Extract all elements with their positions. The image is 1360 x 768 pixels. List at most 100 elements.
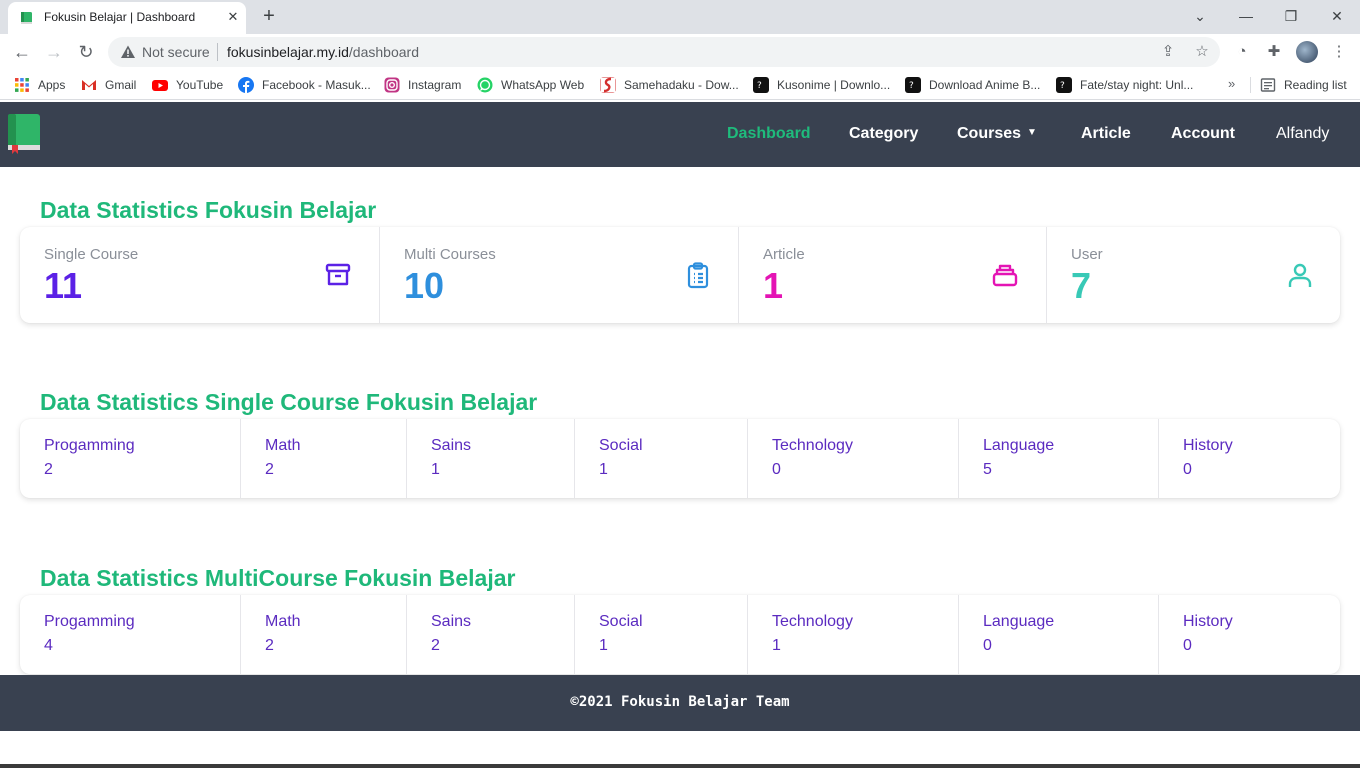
category-value: 5 bbox=[983, 461, 992, 478]
category-label: Social bbox=[599, 437, 643, 454]
category-label: Language bbox=[983, 613, 1055, 630]
reading-list-button[interactable]: Reading list bbox=[1260, 76, 1347, 94]
extensions-puzzle-icon[interactable]: ✚ bbox=[1263, 41, 1285, 63]
category-value: 4 bbox=[44, 637, 53, 654]
back-arrow-icon[interactable]: ← bbox=[10, 40, 34, 64]
stat-label: Single Course bbox=[44, 246, 139, 263]
bookmark-whatsapp[interactable]: WhatsApp Web bbox=[477, 76, 584, 94]
single-cat-language: Language 5 bbox=[959, 419, 1159, 498]
new-tab-icon[interactable]: + bbox=[258, 5, 280, 27]
url-host: fokusinbelajar.my.id bbox=[227, 44, 349, 60]
single-cat-technology: Technology 0 bbox=[748, 419, 959, 498]
category-value: 2 bbox=[265, 461, 274, 478]
overview-title: Data Statistics Fokusin Belajar bbox=[40, 197, 377, 223]
window-bottom-edge bbox=[0, 764, 1360, 768]
nav-category[interactable]: Category bbox=[849, 125, 918, 143]
stat-user: User 7 bbox=[1047, 227, 1340, 323]
clipboard-list-icon bbox=[687, 262, 709, 289]
category-label: Sains bbox=[431, 613, 472, 630]
bookmark-star-icon[interactable]: ☆ bbox=[1192, 42, 1212, 62]
bookmark-label: Gmail bbox=[105, 78, 137, 92]
bookmark-fate[interactable]: ? Fate/stay night: Unl... bbox=[1056, 76, 1193, 94]
bookmark-gmail[interactable]: Gmail bbox=[81, 76, 136, 94]
nav-user-name[interactable]: Alfandy bbox=[1276, 125, 1329, 143]
browser-toolbar: ← → ↻ Not secure fokusinbelajar.my.id/da… bbox=[0, 34, 1360, 70]
tab-search-chevron-icon[interactable]: ⌄ bbox=[1188, 4, 1212, 28]
bookmark-kusonime[interactable]: ? Kusonime | Downlo... bbox=[753, 76, 890, 94]
bookmark-youtube[interactable]: YouTube bbox=[152, 76, 223, 94]
close-window-icon[interactable]: ✕ bbox=[1325, 4, 1349, 28]
multi-cat-history: History 0 bbox=[1159, 595, 1340, 674]
book-favicon-icon bbox=[21, 12, 32, 24]
category-label: Sains bbox=[431, 437, 472, 454]
more-bookmarks-icon[interactable]: » bbox=[1228, 76, 1235, 91]
multi-cat-technology: Technology 1 bbox=[748, 595, 959, 674]
svg-text:?: ? bbox=[909, 81, 914, 91]
nav-dashboard[interactable]: Dashboard bbox=[727, 125, 811, 143]
category-value: 0 bbox=[1183, 637, 1192, 654]
nav-article[interactable]: Article bbox=[1081, 125, 1131, 143]
bookmark-apps[interactable]: Apps bbox=[14, 76, 65, 94]
whatsapp-icon bbox=[477, 77, 493, 93]
category-value: 1 bbox=[431, 461, 440, 478]
bookmark-facebook[interactable]: Facebook - Masuk... bbox=[238, 76, 371, 94]
bookmark-samehadaku[interactable]: Samehadaku - Dow... bbox=[600, 76, 739, 94]
bookmark-label: Download Anime B... bbox=[929, 78, 1041, 92]
omnibox-divider bbox=[217, 43, 218, 61]
profile-avatar[interactable] bbox=[1296, 41, 1318, 63]
user-icon bbox=[1288, 263, 1312, 287]
chevron-down-icon[interactable]: ▼ bbox=[1027, 127, 1037, 138]
category-value: 0 bbox=[772, 461, 781, 478]
share-icon[interactable]: ⇪ bbox=[1158, 42, 1178, 62]
browser-menu-icon[interactable]: ⋮ bbox=[1328, 41, 1350, 63]
category-label: Progamming bbox=[44, 613, 135, 630]
svg-text:?: ? bbox=[757, 81, 762, 91]
tab-close-icon[interactable]: ✕ bbox=[225, 9, 241, 25]
single-cat-math: Math 2 bbox=[241, 419, 407, 498]
fate-icon: ? bbox=[1056, 77, 1072, 93]
category-value: 2 bbox=[44, 461, 53, 478]
kusonime-icon: ? bbox=[753, 77, 769, 93]
restore-icon[interactable]: ❐ bbox=[1279, 4, 1303, 28]
multi-course-title: Data Statistics MultiCourse Fokusin Bela… bbox=[40, 565, 516, 591]
single-cat-history: History 0 bbox=[1159, 419, 1340, 498]
stat-label: Article bbox=[763, 246, 805, 263]
tab-title: Fokusin Belajar | Dashboard bbox=[44, 10, 196, 24]
stat-value: 1 bbox=[763, 265, 784, 306]
bookmark-divider bbox=[1250, 77, 1251, 93]
warning-triangle-icon bbox=[121, 45, 135, 58]
app-navbar: Dashboard Category Courses ▼ Article Acc… bbox=[0, 102, 1360, 167]
bookmark-label: YouTube bbox=[176, 78, 224, 92]
category-value: 1 bbox=[599, 461, 608, 478]
bookmark-label: Instagram bbox=[408, 78, 462, 92]
category-label: History bbox=[1183, 437, 1233, 454]
performance-icon[interactable]: ◔ bbox=[1231, 41, 1253, 63]
nav-courses[interactable]: Courses bbox=[957, 125, 1021, 143]
overview-stats-card: Single Course 11 Multi Courses 10 Articl… bbox=[20, 227, 1340, 323]
bookmark-label: WhatsApp Web bbox=[501, 78, 585, 92]
url-text[interactable]: fokusinbelajar.my.id/dashboard bbox=[227, 44, 419, 60]
bookmark-instagram[interactable]: Instagram bbox=[384, 76, 461, 94]
address-bar[interactable]: Not secure fokusinbelajar.my.id/dashboar… bbox=[108, 37, 1220, 67]
minimize-icon[interactable]: — bbox=[1234, 4, 1258, 28]
anime-icon: ? bbox=[905, 77, 921, 93]
samehadaku-icon bbox=[600, 77, 616, 93]
forward-arrow-icon[interactable]: → bbox=[42, 40, 66, 64]
archive-box-icon bbox=[325, 263, 351, 286]
stat-article: Article 1 bbox=[739, 227, 1047, 323]
browser-tab[interactable]: Fokusin Belajar | Dashboard ✕ bbox=[8, 2, 246, 34]
reading-list-icon bbox=[1260, 78, 1276, 92]
reload-icon[interactable]: ↻ bbox=[74, 40, 98, 64]
multi-cat-progamming: Progamming 4 bbox=[20, 595, 241, 674]
multi-course-card: Progamming 4 Math 2 Sains 2 Social 1 Tec… bbox=[20, 595, 1340, 674]
bookmark-label: Fate/stay night: Unl... bbox=[1080, 78, 1194, 92]
bookmark-download-anime[interactable]: ? Download Anime B... bbox=[905, 76, 1040, 94]
category-value: 1 bbox=[772, 637, 781, 654]
book-logo-icon[interactable] bbox=[8, 114, 40, 154]
browser-tab-bar: Fokusin Belajar | Dashboard ✕ + ⌄ — ❐ ✕ bbox=[0, 0, 1360, 34]
not-secure-label[interactable]: Not secure bbox=[142, 44, 210, 60]
stat-label: User bbox=[1071, 246, 1103, 263]
bookmark-label: Facebook - Masuk... bbox=[262, 78, 371, 92]
stat-single-course: Single Course 11 bbox=[20, 227, 380, 323]
nav-account[interactable]: Account bbox=[1171, 125, 1235, 143]
